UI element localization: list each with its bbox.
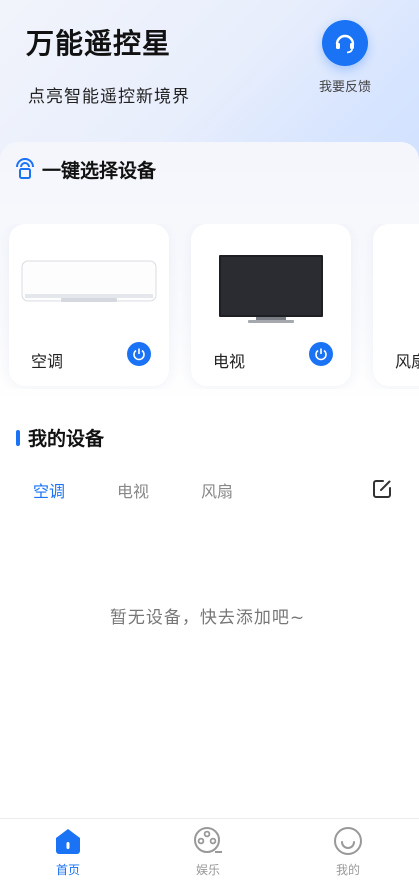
quick-select-header: 一键选择设备 (14, 156, 156, 183)
bottom-navigation: 首页 娱乐 我的 (0, 818, 419, 881)
my-devices-header: 我的设备 (16, 424, 104, 451)
power-icon[interactable] (309, 342, 333, 366)
quick-device-list: 空调 电视 风扇 (0, 224, 419, 389)
section-accent-bar (16, 429, 20, 446)
empty-state-message: 暂无设备，快去添加吧~ (109, 608, 306, 628)
app-title: 万能遥控星 (26, 27, 172, 60)
quick-device-card-fan[interactable]: 风扇 (373, 224, 419, 386)
nav-label-entertainment: 娱乐 (195, 863, 220, 877)
quick-device-name: 电视 (213, 352, 246, 371)
nav-label-home: 首页 (55, 863, 80, 877)
quick-device-card-ac[interactable]: 空调 (9, 224, 169, 386)
headset-icon (322, 20, 368, 66)
profile-smile-icon (332, 825, 364, 857)
nav-label-profile: 我的 (335, 863, 360, 877)
quick-select-title: 一键选择设备 (42, 160, 157, 182)
home-icon (52, 825, 84, 857)
power-icon[interactable] (127, 342, 151, 366)
app-subtitle: 点亮智能遥控新境界 (28, 87, 190, 107)
my-devices-title: 我的设备 (28, 428, 105, 450)
air-conditioner-image (21, 260, 157, 306)
tab-fan[interactable]: 风扇 (201, 478, 233, 502)
tab-tv[interactable]: 电视 (117, 478, 149, 502)
edit-icon[interactable] (371, 478, 393, 500)
tv-image (218, 254, 324, 326)
quick-device-card-tv[interactable]: 电视 (191, 224, 351, 386)
quick-device-name: 空调 (31, 352, 64, 371)
feedback-label: 我要反馈 (318, 80, 371, 95)
nav-item-entertainment[interactable]: 娱乐 (168, 825, 248, 878)
entertainment-icon (192, 825, 224, 857)
feedback-button[interactable]: 我要反馈 (317, 20, 373, 95)
nav-item-home[interactable]: 首页 (28, 825, 108, 878)
quick-device-name: 风扇 (395, 352, 419, 371)
device-tabs: 空调 电视 风扇 (0, 478, 419, 504)
remote-signal-icon (14, 157, 36, 183)
nav-item-profile[interactable]: 我的 (308, 825, 388, 878)
tab-air-conditioner[interactable]: 空调 (33, 478, 65, 502)
